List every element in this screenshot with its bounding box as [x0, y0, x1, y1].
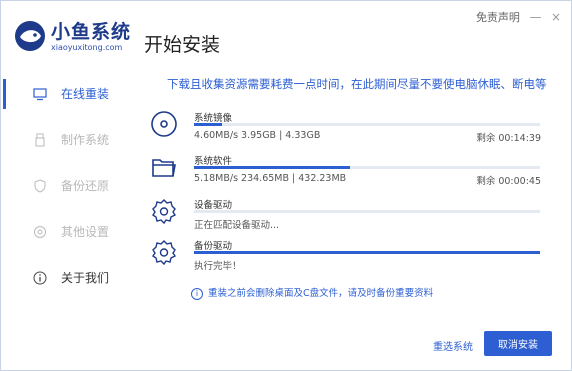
progress-fill: [194, 166, 350, 169]
brand-title: 小鱼系统: [51, 21, 132, 43]
task-stats: 4.60MB/s 3.95GB | 4.33GB: [194, 130, 321, 141]
sidebar-item-online-reinstall[interactable]: 在线重装: [1, 71, 131, 117]
disclaimer-link[interactable]: 免责声明: [476, 11, 520, 24]
gear-icon: [152, 240, 177, 266]
sidebar-item-label: 制作系统: [61, 133, 110, 147]
task-stats: 执行完毕！: [194, 261, 242, 272]
monitor-icon: [33, 88, 47, 101]
sidebar-item-label: 关于我们: [61, 271, 110, 285]
page-title: 开始安装: [144, 34, 221, 56]
info-icon: i: [191, 287, 203, 300]
sidebar-item-about-us[interactable]: 关于我们: [1, 255, 131, 301]
sidebar-item-backup-restore[interactable]: 备份还原: [1, 163, 131, 209]
task-remaining: 剩余 00:00:45: [476, 176, 541, 187]
progress-track: [194, 210, 540, 213]
sidebar: 在线重装 制作系统 备份还原 其他设置 关于我们: [1, 71, 131, 301]
task-device-drivers: 设备驱动 正在匹配设备驱动...: [149, 196, 549, 236]
minimize-button[interactable]: —: [529, 10, 541, 24]
reselect-system-button[interactable]: 重选系统: [433, 338, 473, 353]
shield-icon: [34, 179, 46, 193]
sidebar-item-other-settings[interactable]: 其他设置: [1, 209, 131, 255]
fish-logo-icon: [15, 21, 45, 51]
sidebar-item-label: 其他设置: [61, 225, 110, 239]
progress-fill: [194, 251, 540, 254]
task-system-software: 系统软件 5.18MB/s 234.65MB | 432.23MB 剩余 00:…: [149, 152, 549, 192]
warning-text: 重装之前会删除桌面及C盘文件，请及时备份重要资料: [208, 288, 434, 299]
task-backup-drivers: 备份驱动 执行完毕！: [149, 237, 549, 277]
warning-message: i 重装之前会删除桌面及C盘文件，请及时备份重要资料: [191, 285, 433, 300]
usb-icon: [35, 133, 45, 147]
close-button[interactable]: ×: [551, 10, 561, 24]
sidebar-item-make-system[interactable]: 制作系统: [1, 117, 131, 163]
installer-window: 小鱼系统 xiaoyuxitong.com 开始安装 免责声明 — × 在线重装…: [0, 0, 572, 371]
brand-logo: 小鱼系统 xiaoyuxitong.com: [13, 17, 133, 61]
task-name: 系统软件: [194, 156, 233, 167]
settings-icon: [34, 226, 46, 238]
sidebar-item-label: 备份还原: [61, 179, 110, 193]
task-remaining: 剩余 00:14:39: [476, 133, 541, 144]
active-indicator: [3, 79, 6, 109]
progress-track: [194, 123, 540, 126]
task-stats: 正在匹配设备驱动...: [194, 220, 280, 231]
disc-icon: [151, 111, 177, 137]
progress-track: [194, 166, 540, 169]
window-controls: 免责声明 — ×: [470, 9, 561, 25]
notice-text: 下载且收集资源需要耗费一点时间，在此期间尽量不要使电脑休眠、断电等: [167, 77, 547, 91]
brand-subtitle: xiaoyuxitong.com: [51, 43, 123, 52]
task-stats: 5.18MB/s 234.65MB | 432.23MB: [194, 173, 347, 184]
info-icon: [33, 271, 47, 285]
progress-fill: [194, 123, 222, 126]
sidebar-item-label: 在线重装: [61, 87, 110, 101]
gear-icon: [152, 199, 177, 225]
task-name: 设备驱动: [194, 200, 233, 211]
task-name: 系统镜像: [194, 113, 233, 124]
task-name: 备份驱动: [194, 241, 233, 252]
progress-track: [194, 251, 540, 254]
folder-icon: [152, 159, 176, 177]
cancel-install-button[interactable]: 取消安装: [484, 331, 552, 356]
task-system-image: 系统镜像 4.60MB/s 3.95GB | 4.33GB 剩余 00:14:3…: [149, 109, 549, 149]
